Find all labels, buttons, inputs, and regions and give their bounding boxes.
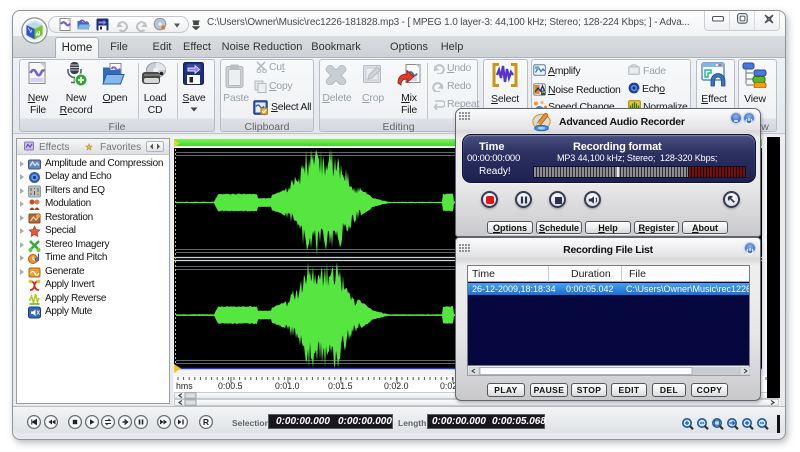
svg-text:hms: hms: [176, 381, 193, 391]
svg-text:R: R: [203, 417, 209, 427]
svg-text:0:01.5: 0:01.5: [328, 381, 353, 391]
svg-text:0:00.5: 0:00.5: [218, 381, 243, 391]
svg-text:0:02.0: 0:02.0: [384, 381, 409, 391]
svg-text:0:01.0: 0:01.0: [275, 381, 300, 391]
